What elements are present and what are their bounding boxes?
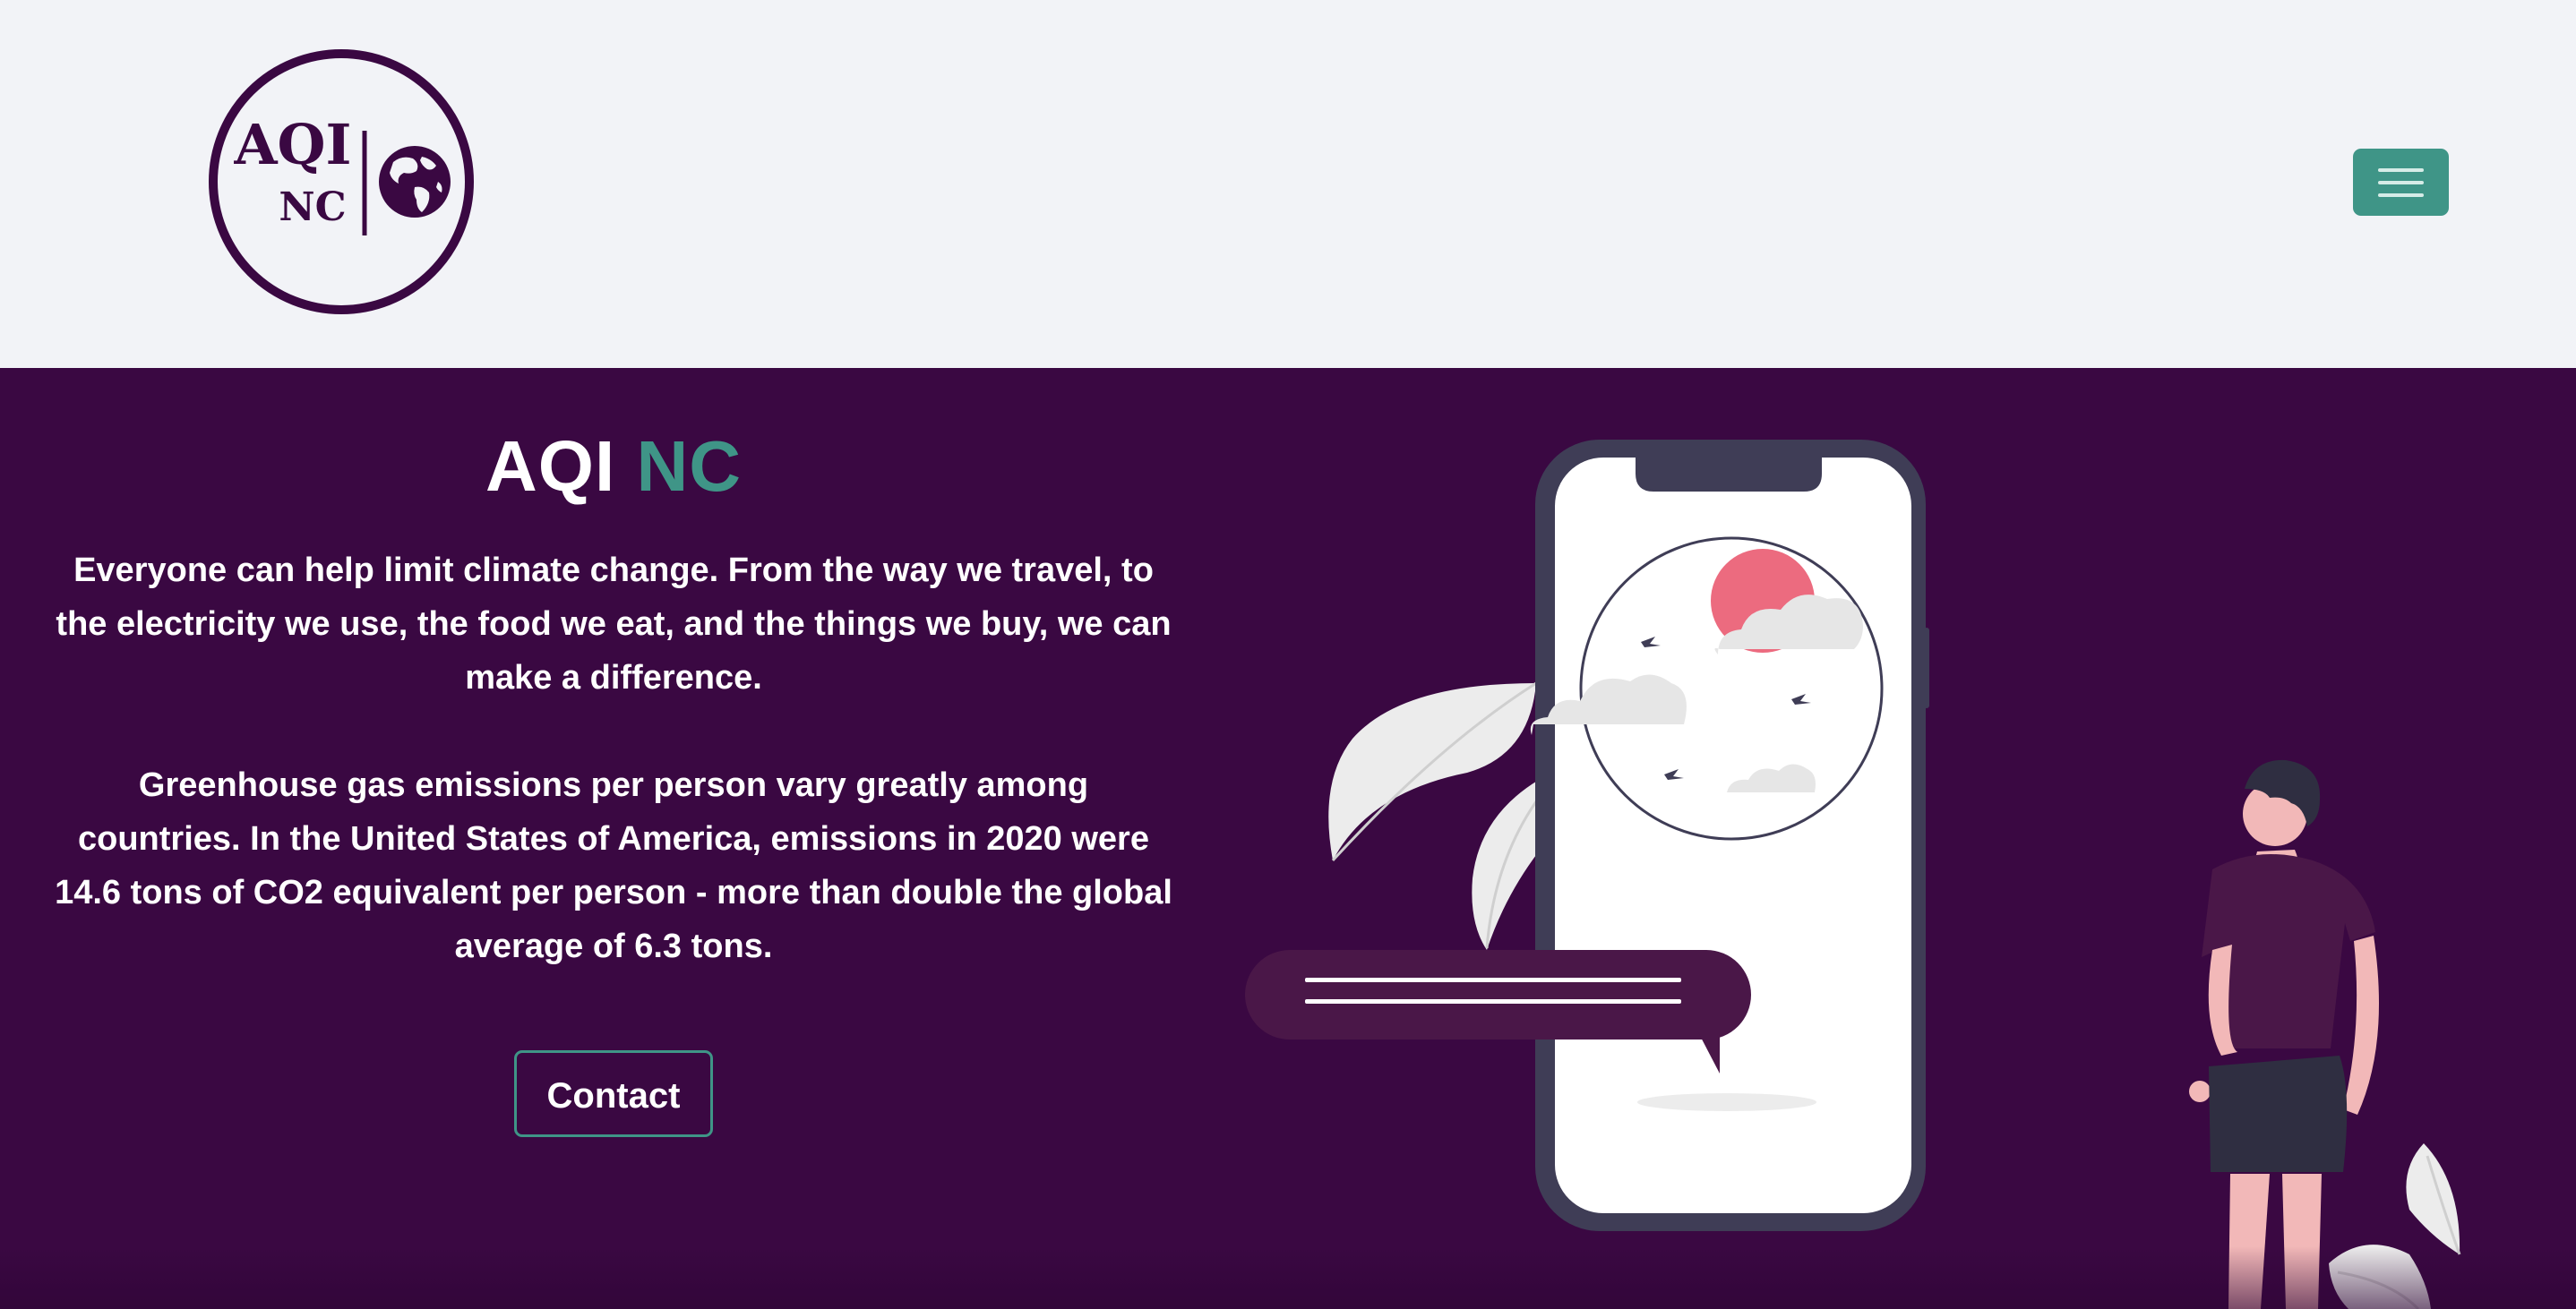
hero-paragraph-climate: Everyone can help limit climate change. … [56, 552, 1172, 697]
hero-title-accent: NC [636, 426, 742, 506]
hero-section: AQI NC Everyone can help limit climate c… [0, 368, 2576, 1309]
globe-icon [379, 146, 451, 218]
hero-title-main: AQI [485, 426, 616, 506]
contact-button[interactable]: Contact [513, 1050, 714, 1137]
logo-text-aqi: AQI [233, 112, 351, 177]
site-header: AQI NC [0, 0, 2576, 368]
hero-bottom-shadow [0, 1246, 2576, 1309]
menu-toggle-button[interactable] [2353, 149, 2449, 216]
leaf-illustration [1328, 681, 1541, 950]
hero-title: AQI NC [54, 422, 1173, 511]
hero-text-column: AQI NC Everyone can help limit climate c… [54, 422, 1173, 1137]
logo-text-nc: NC [279, 184, 346, 230]
person-illustration [2189, 759, 2379, 1309]
hero-paragraph-emissions: Greenhouse gas emissions per person vary… [55, 766, 1172, 965]
site-logo[interactable]: AQI NC [207, 47, 476, 316]
